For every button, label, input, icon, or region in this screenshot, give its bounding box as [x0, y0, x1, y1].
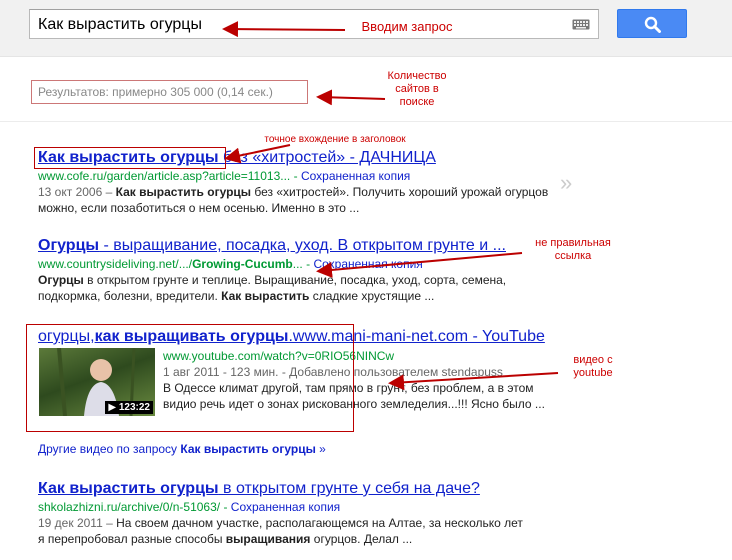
arrow-to-query [222, 21, 346, 38]
arrow-to-stats [316, 89, 386, 106]
annotation-arrows [222, 21, 559, 391]
arrow-to-wrong-link [316, 252, 523, 278]
arrow-to-video [388, 372, 559, 391]
arrow-to-exact [224, 144, 291, 164]
